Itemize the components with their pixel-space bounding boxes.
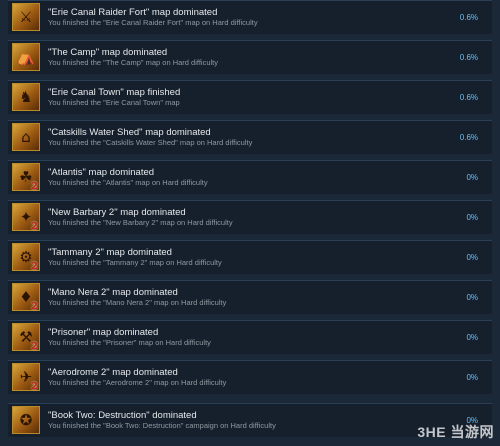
achievement-row[interactable]: ✦ 2 "New Barbary 2" map dominated You fin…: [8, 200, 492, 234]
achievement-row[interactable]: ⚒ 2 "Prisoner" map dominated You finished…: [8, 320, 492, 354]
achievement-percent: 0.6%: [459, 133, 478, 142]
achievement-title: "Aerodrome 2" map dominated: [48, 367, 178, 378]
achievement-percent: 0%: [466, 253, 478, 262]
achievement-percent: 0%: [466, 333, 478, 342]
achievement-row[interactable]: ☘ 2 "Atlantis" map dominated You finished…: [8, 160, 492, 194]
achievement-title: "Erie Canal Town" map finished: [48, 87, 181, 98]
achievement-percent: 0.6%: [459, 53, 478, 62]
achievement-row[interactable]: ⌂ "Catskills Water Shed" map dominated Y…: [8, 120, 492, 154]
achievement-title: "Erie Canal Raider Fort" map dominated: [48, 7, 218, 18]
horse-icon: ♞: [12, 83, 40, 111]
achievement-row[interactable]: ⚔ "Erie Canal Raider Fort" map dominated…: [8, 0, 492, 34]
achievement-row[interactable]: ⚙ 2 "Tammany 2" map dominated You finishe…: [8, 240, 492, 274]
gear-icon: ⚙ 2: [12, 243, 40, 272]
achievement-row[interactable]: ♦ 2 "Mano Nera 2" map dominated You finis…: [8, 280, 492, 314]
achievement-percent: 0.6%: [459, 13, 478, 22]
achievement-title: "Tammany 2" map dominated: [48, 247, 172, 258]
atlantis-icon: ☘ 2: [12, 163, 40, 192]
achievement-description: You finished the "Erie Canal Town" map: [48, 98, 180, 107]
achievement-percent: 0%: [466, 293, 478, 302]
achievement-description: You finished the "Tammany 2" map on Hard…: [48, 258, 222, 267]
airship-icon: ✈ 2: [12, 363, 40, 392]
lantern-icon: ♦ 2: [12, 283, 40, 312]
achievement-description: You finished the "Erie Canal Raider Fort…: [48, 18, 258, 27]
achievement-percent: 0%: [466, 213, 478, 222]
achievement-percent: 0.6%: [459, 93, 478, 102]
achievement-title: "The Camp" map dominated: [48, 47, 168, 58]
achievement-description: You finished the "Book Two: Destruction"…: [48, 421, 276, 430]
achievement-row[interactable]: ✈ 2 "Aerodrome 2" map dominated You finis…: [8, 360, 492, 394]
book-icon: ✪: [12, 406, 40, 434]
fort-icon: ⚔: [12, 3, 40, 31]
achievement-title: "Atlantis" map dominated: [48, 167, 155, 178]
achievement-description: You finished the "New Barbary 2" map on …: [48, 218, 233, 227]
achievement-row[interactable]: ⛺ "The Camp" map dominated You finished …: [8, 40, 492, 74]
prisoner-icon: ⚒ 2: [12, 323, 40, 352]
camp-icon: ⛺: [12, 43, 40, 71]
achievement-description: You finished the "Aerodrome 2" map on Ha…: [48, 378, 227, 387]
achievement-description: You finished the "Mano Nera 2" map on Ha…: [48, 298, 227, 307]
achievement-percent: 0%: [466, 173, 478, 182]
achievement-percent: 0%: [466, 373, 478, 382]
achievement-title: "New Barbary 2" map dominated: [48, 207, 186, 218]
barbary-icon: ✦ 2: [12, 203, 40, 232]
site-watermark: 3HE 当游网: [417, 424, 494, 440]
achievement-title: "Book Two: Destruction" dominated: [48, 410, 197, 421]
achievement-title: "Mano Nera 2" map dominated: [48, 287, 178, 298]
achievement-description: You finished the "Atlantis" map on Hard …: [48, 178, 208, 187]
achievement-description: You finished the "Catskills Water Shed" …: [48, 138, 253, 147]
achievement-description: You finished the "Prisoner" map on Hard …: [48, 338, 211, 347]
achievement-description: You finished the "The Camp" map on Hard …: [48, 58, 219, 67]
achievement-title: "Catskills Water Shed" map dominated: [48, 127, 211, 138]
achievement-row[interactable]: ♞ "Erie Canal Town" map finished You fin…: [8, 80, 492, 114]
achievement-title: "Prisoner" map dominated: [48, 327, 159, 338]
water-shed-icon: ⌂: [12, 123, 40, 151]
